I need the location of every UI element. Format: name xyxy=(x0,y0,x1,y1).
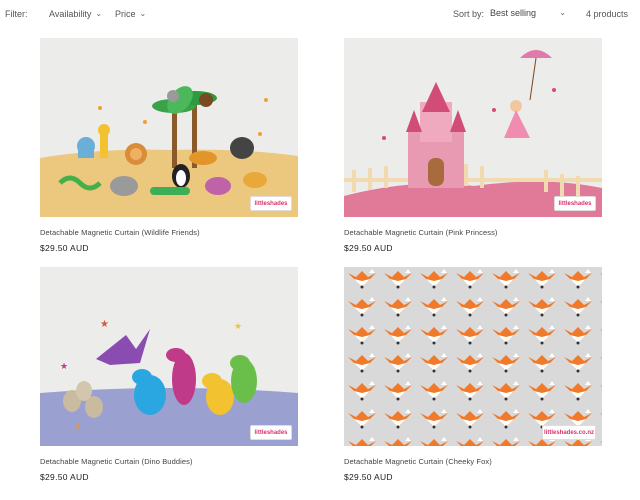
brand-logo: littleshades xyxy=(554,196,596,211)
product-count: 4 products xyxy=(585,9,628,19)
brand-logo: littleshades xyxy=(250,196,292,211)
product-card[interactable]: littleshades Detachable Magnetic Curtain… xyxy=(344,38,602,253)
availability-filter[interactable]: Availability ⌄ xyxy=(49,8,103,20)
svg-text:★: ★ xyxy=(234,321,242,331)
chevron-down-icon: ⌄ xyxy=(95,8,103,18)
chevron-down-icon: ⌄ xyxy=(559,7,566,17)
fox-pattern-illustration xyxy=(344,267,602,446)
product-title[interactable]: Detachable Magnetic Curtain (Dino Buddie… xyxy=(40,457,298,466)
availability-label: Availability xyxy=(49,9,92,19)
product-title[interactable]: Detachable Magnetic Curtain (Wildlife Fr… xyxy=(40,228,298,237)
brand-logo: littleshades xyxy=(250,425,292,440)
product-title[interactable]: Detachable Magnetic Curtain (Cheeky Fox) xyxy=(344,457,602,466)
product-card[interactable]: littleshades Detachable Magnetic Curtain… xyxy=(40,38,298,253)
dino-illustration: ★ ★ ★ ★ xyxy=(40,267,298,446)
brand-logo: littleshades.co.nz xyxy=(542,425,596,440)
product-price: $29.50 AUD xyxy=(344,243,393,253)
price-filter[interactable]: Price ⌄ xyxy=(115,8,147,20)
product-price: $29.50 AUD xyxy=(40,472,89,482)
product-card[interactable]: littleshades.co.nz Detachable Magnetic C… xyxy=(344,267,602,482)
svg-text:★: ★ xyxy=(100,319,109,330)
product-price: $29.50 AUD xyxy=(40,243,89,253)
filter-bar: Filter: Availability ⌄ Price ⌄ Sort by: … xyxy=(0,0,640,26)
sort-label: Sort by: xyxy=(453,9,485,19)
product-image-dino[interactable]: ★ ★ ★ ★ littleshades xyxy=(40,267,298,446)
product-image-wildlife[interactable]: littleshades xyxy=(40,38,298,217)
sort-value: Best selling xyxy=(490,8,537,18)
price-filter-label: Price xyxy=(115,9,136,19)
product-title[interactable]: Detachable Magnetic Curtain (Pink Prince… xyxy=(344,228,602,237)
filter-label: Filter: xyxy=(5,9,28,19)
sort-select[interactable]: Best selling ⌄ xyxy=(486,5,570,21)
svg-text:★: ★ xyxy=(74,421,82,431)
wildlife-illustration xyxy=(40,38,298,217)
product-card[interactable]: ★ ★ ★ ★ littleshades Detachable Magnetic… xyxy=(40,267,298,482)
product-price: $29.50 AUD xyxy=(344,472,393,482)
chevron-down-icon: ⌄ xyxy=(139,8,147,18)
princess-illustration xyxy=(344,38,602,217)
svg-text:★: ★ xyxy=(60,361,68,371)
product-image-fox[interactable]: littleshades.co.nz xyxy=(344,267,602,446)
product-image-princess[interactable]: littleshades xyxy=(344,38,602,217)
